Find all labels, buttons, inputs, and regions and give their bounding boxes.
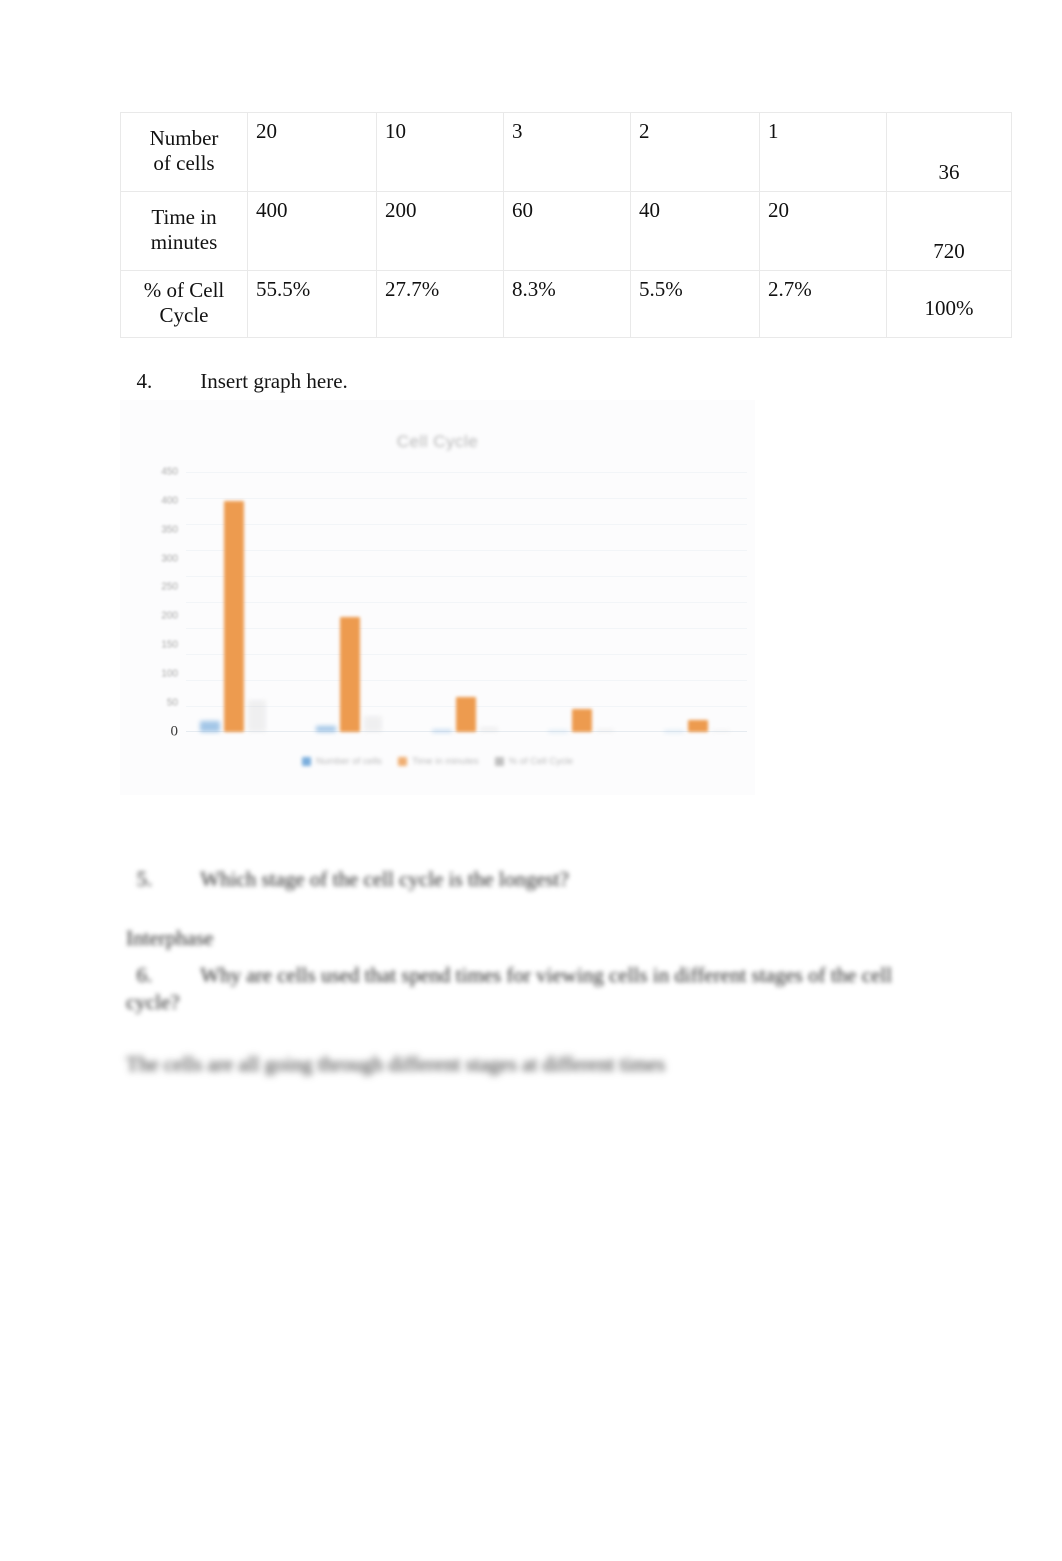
legend-item-percent-of-cell-cycle: % of Cell Cycle: [494, 756, 574, 767]
bar-percent-of-cell-cycle-3: [480, 727, 498, 732]
y-axis-tick-label: 50: [166, 697, 178, 709]
legend-swatch-icon: [397, 757, 407, 766]
cell-cycle-bar-chart: Cell Cycle 450 400 350 300 250 200 150 1…: [120, 400, 755, 795]
cell-number-of-cells-3: 3: [503, 112, 631, 192]
row-header-time-in-minutes: Time in minutes: [120, 191, 248, 271]
bar-time-in-minutes-3: [456, 697, 476, 732]
cell-time-in-minutes-4: 40: [630, 191, 760, 271]
cell-percent-of-cell-cycle-4: 5.5%: [630, 270, 760, 338]
legend-label: % of Cell Cycle: [508, 756, 574, 767]
question-5-number: 5.: [136, 866, 153, 891]
question-5-text: Which stage of the cell cycle is the lon…: [200, 866, 569, 891]
table-row: Time in minutes 400 200 60 40 20 720: [120, 191, 1012, 271]
bar-number-of-cells-5: [664, 731, 684, 732]
cell-number-of-cells-5: 1: [759, 112, 887, 192]
y-axis-tick-label: 150: [161, 639, 178, 651]
question-6-number: 6.: [136, 962, 153, 987]
cell-percent-of-cell-cycle-1: 55.5%: [247, 270, 377, 338]
y-axis-tick-label-zero: 0: [170, 723, 179, 740]
bar-time-in-minutes-5: [688, 720, 708, 732]
bar-number-of-cells-3: [432, 730, 452, 732]
legend-swatch-icon: [301, 757, 311, 766]
row-header-percent-of-cell-cycle: % of Cell Cycle: [120, 270, 248, 338]
bar-group-stage-5: [658, 472, 742, 732]
bar-number-of-cells-2: [316, 726, 336, 732]
cell-cycle-data-table: Number of cells 20 10 3 2 1 36 Time in m…: [120, 112, 1012, 338]
cell-time-in-minutes-1: 400: [247, 191, 377, 271]
cell-percent-of-cell-cycle-3: 8.3%: [503, 270, 631, 338]
chart-plot-area: 450 400 350 300 250 200 150 100 50 0: [161, 467, 747, 740]
y-axis-tick-label: 350: [161, 524, 178, 536]
legend-label: Number of cells: [315, 756, 382, 767]
bar-percent-of-cell-cycle-4: [596, 728, 614, 732]
bar-percent-of-cell-cycle-5: [712, 730, 730, 732]
bar-group-stage-3: [426, 472, 510, 732]
question-6-block: 6. Why are cells used that spend times fo…: [126, 934, 916, 1106]
cell-percent-of-cell-cycle-total: 100%: [886, 270, 1012, 338]
table-row: % of Cell Cycle 55.5% 27.7% 8.3% 5.5% 2.…: [120, 270, 1012, 338]
question-4-number: 4.: [136, 369, 153, 394]
y-axis-tick-label: 450: [161, 466, 178, 478]
bar-time-in-minutes-2: [340, 616, 360, 732]
question-6-answer: The cells are all going through differen…: [126, 1051, 666, 1076]
cell-time-in-minutes-2: 200: [376, 191, 504, 271]
cell-number-of-cells-1: 20: [247, 112, 377, 192]
y-axis-tick-label: 200: [161, 610, 178, 622]
bar-percent-of-cell-cycle-2: [364, 715, 382, 732]
cell-percent-of-cell-cycle-5: 2.7%: [759, 270, 887, 338]
legend-swatch-icon: [494, 757, 504, 766]
row-header-number-of-cells: Number of cells: [120, 112, 248, 192]
cell-number-of-cells-2: 10: [376, 112, 504, 192]
question-4-line: 4. Insert graph here.: [126, 342, 348, 395]
bar-group-stage-4: [542, 472, 626, 732]
legend-item-time-in-minutes: Time in minutes: [397, 756, 479, 767]
bar-group-stage-2: [310, 472, 394, 732]
cell-time-in-minutes-3: 60: [503, 191, 631, 271]
y-axis-tick-label: 300: [161, 553, 178, 565]
document-page: { "document": { "table": { "rows": [ { "…: [0, 0, 1062, 1561]
y-axis-tick-label: 250: [161, 581, 178, 593]
bar-group-stage-1: [194, 472, 278, 732]
y-axis-tick-label: 100: [161, 668, 178, 680]
legend-item-number-of-cells: Number of cells: [301, 756, 382, 767]
chart-legend: Number of cells Time in minutes % of Cel…: [120, 756, 755, 767]
question-4-text: Insert graph here.: [200, 369, 348, 394]
cell-number-of-cells-total: 36: [886, 112, 1012, 192]
bar-percent-of-cell-cycle-1: [248, 700, 266, 732]
cell-time-in-minutes-total: 720: [886, 191, 1012, 271]
bar-time-in-minutes-1: [224, 500, 244, 732]
table-row: Number of cells 20 10 3 2 1 36: [120, 112, 1012, 192]
cell-number-of-cells-4: 2: [630, 112, 760, 192]
bar-number-of-cells-4: [548, 730, 568, 732]
question-6-text: Why are cells used that spend times for …: [126, 962, 898, 1015]
chart-title: Cell Cycle: [396, 432, 479, 451]
cell-cycle-data-table-wrapper: Number of cells 20 10 3 2 1 36 Time in m…: [120, 112, 1012, 338]
bar-time-in-minutes-4: [572, 708, 592, 732]
legend-label: Time in minutes: [411, 756, 479, 767]
cell-time-in-minutes-5: 20: [759, 191, 887, 271]
y-axis-tick-label: 400: [161, 495, 178, 507]
cell-percent-of-cell-cycle-2: 27.7%: [376, 270, 504, 338]
bar-number-of-cells-1: [200, 720, 220, 732]
